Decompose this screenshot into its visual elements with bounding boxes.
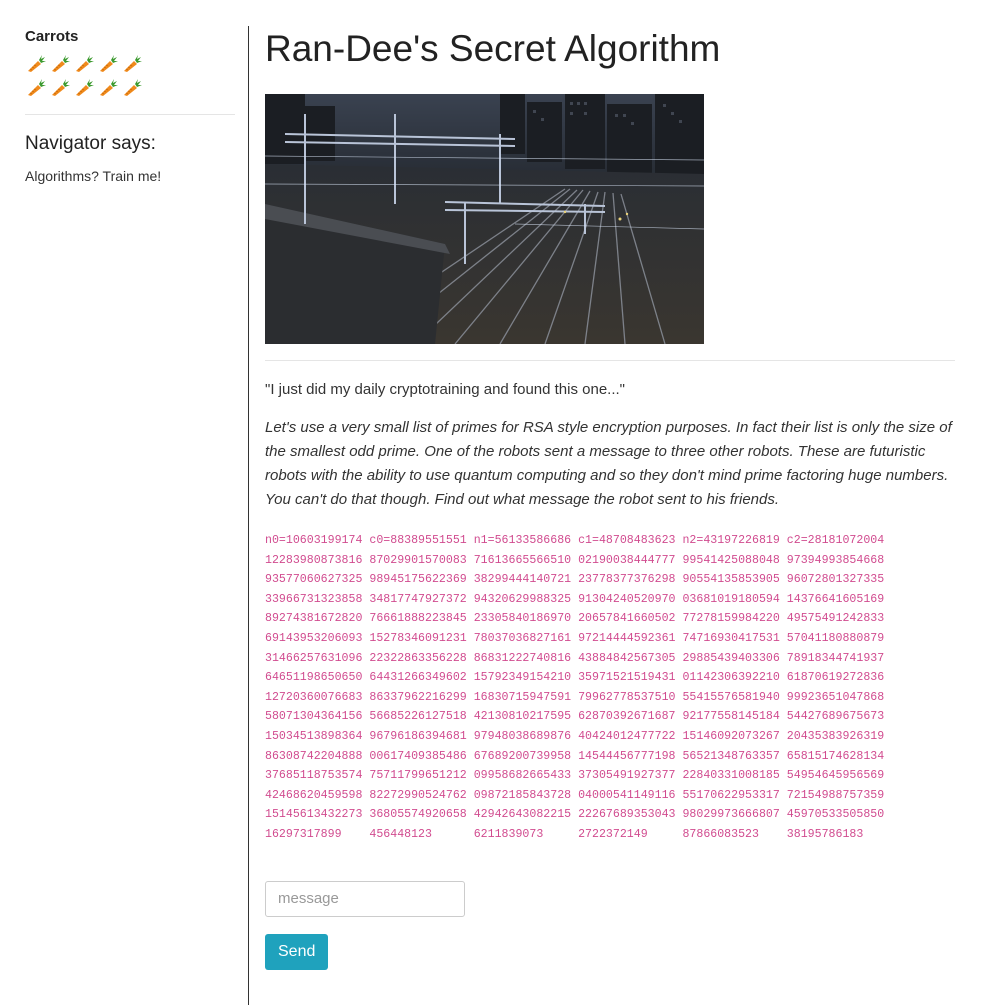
- carrot-icon: [49, 52, 71, 74]
- cipher-line: n0=10603199174 c0=88389551551 n1=5613358…: [265, 534, 885, 547]
- cipher-line: 33966731323858 34817747927372 9432062998…: [265, 592, 885, 606]
- cipher-line: 69143953206093 15278346091231 7803703682…: [265, 631, 885, 645]
- cipher-line: 58071304364156 56685226127518 4213081021…: [265, 710, 885, 724]
- cipher-line: 86308742204888 00617409385486 6768920073…: [265, 749, 885, 763]
- cipher-line: 31466257631096 22322863356228 8683122274…: [265, 651, 885, 665]
- content-divider: [265, 360, 955, 361]
- sidebar-separator: [248, 26, 249, 1005]
- carrot-icon: [121, 52, 143, 74]
- sidebar-divider: [25, 114, 235, 115]
- cipher-line: 16297317899 456448123 6211839073 2722372…: [265, 827, 864, 841]
- carrot-grid: [25, 52, 235, 100]
- cipher-line: 89274381672820 76661888223845 2330584018…: [265, 612, 885, 626]
- cipher-line: 12720360076683 86337962216299 1683071594…: [265, 690, 885, 704]
- carrot-icon: [49, 76, 71, 98]
- carrot-icon: [73, 52, 95, 74]
- ciphertext-block: n0=10603199174 c0=88389551551 n1=5613358…: [265, 531, 955, 845]
- cipher-line: 37685118753574 75711799651212 0995868266…: [265, 769, 885, 783]
- cipher-line: 15145613432273 36805574920658 4294264308…: [265, 808, 885, 822]
- carrot-icon: [25, 52, 47, 74]
- carrots-title: Carrots: [25, 28, 79, 45]
- intro-quote: "I just did my daily cryptotraining and …: [265, 381, 626, 398]
- cipher-line: 64651198650650 64431266349602 1579234915…: [265, 671, 885, 685]
- main-content: Ran-Dee's Secret Algorithm "I just did m…: [265, 26, 955, 970]
- cipher-line: 12283980873816 87029901570083 7161366556…: [265, 553, 885, 567]
- cipher-line: 42468620459598 82272990524762 0987218584…: [265, 788, 885, 802]
- cipher-line: 15034513898364 96796186394681 9794803868…: [265, 729, 885, 743]
- carrot-icon: [97, 52, 119, 74]
- carrot-icon: [121, 76, 143, 98]
- carrot-icon: [97, 76, 119, 98]
- send-button[interactable]: Send: [265, 933, 329, 970]
- challenge-description: Let's use a very small list of primes fo…: [265, 419, 952, 508]
- page: Carrots Navigator says: Algorithms? Trai…: [0, 0, 981, 1005]
- message-input[interactable]: [265, 880, 465, 917]
- navigator-title: Navigator says:: [25, 133, 156, 154]
- navigator-message: Algorithms? Train me!: [25, 168, 162, 184]
- carrot-icon: [25, 76, 47, 98]
- hero-image: [265, 94, 704, 344]
- cipher-line: 93577060627325 98945175622369 3829944414…: [265, 573, 885, 587]
- sidebar: Carrots Navigator says: Algorithms? Trai…: [25, 28, 235, 186]
- page-title: Ran-Dee's Secret Algorithm: [265, 28, 721, 69]
- carrot-icon: [73, 76, 95, 98]
